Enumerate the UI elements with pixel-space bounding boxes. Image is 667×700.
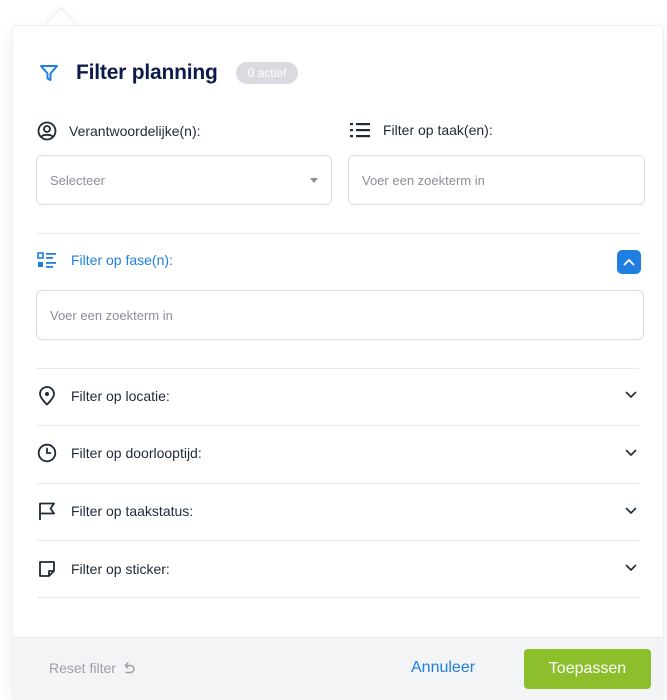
user-circle-icon <box>37 121 57 141</box>
responsible-label-row: Verantwoordelijke(n): <box>37 121 201 141</box>
divider <box>37 483 639 484</box>
collapse-phase-button[interactable] <box>617 250 641 274</box>
flag-icon <box>39 502 55 520</box>
location-section-header[interactable]: Filter op locatie: <box>37 386 170 406</box>
divider <box>37 540 639 541</box>
filter-icon <box>40 65 58 81</box>
panel-title: Filter planning <box>76 61 218 84</box>
undo-icon <box>124 662 135 674</box>
responsible-select-value: Selecteer <box>50 172 105 188</box>
clock-icon <box>37 443 57 463</box>
reset-filter-label: Reset filter <box>49 660 116 676</box>
phase-label: Filter op fase(n): <box>71 252 173 268</box>
panel-header: Filter planning 0 actief <box>38 59 299 87</box>
task-status-section-header[interactable]: Filter op taakstatus: <box>37 501 193 521</box>
divider <box>37 368 639 369</box>
location-label: Filter op locatie: <box>71 388 170 404</box>
task-label-row: Filter op taak(en): <box>349 121 493 139</box>
divider <box>37 233 639 234</box>
responsible-label: Verantwoordelijke(n): <box>69 123 201 139</box>
chevron-down-icon[interactable] <box>625 564 637 572</box>
sticker-section-header[interactable]: Filter op sticker: <box>37 559 170 579</box>
list-icon <box>350 123 370 138</box>
chevron-down-icon[interactable] <box>625 391 637 399</box>
apply-label: Toepassen <box>548 660 627 677</box>
divider <box>37 597 639 598</box>
task-status-label: Filter op taakstatus: <box>71 503 194 519</box>
apply-button[interactable]: Toepassen <box>524 649 651 689</box>
task-search-placeholder: Voer een zoekterm in <box>362 172 485 188</box>
active-count-badge: 0 actief <box>235 62 299 84</box>
chevron-up-icon <box>623 259 635 266</box>
task-label: Filter op taak(en): <box>383 122 493 138</box>
sticker-label: Filter op sticker: <box>71 561 170 577</box>
phase-search-placeholder: Voer een zoekterm in <box>50 307 173 323</box>
chevron-down-icon[interactable] <box>625 507 637 515</box>
cancel-button[interactable]: Annuleer <box>411 659 475 677</box>
phase-section-header[interactable]: Filter op fase(n): <box>37 251 173 269</box>
divider <box>37 425 639 426</box>
filter-panel: Filter planning 0 actief Verantwoordelij… <box>13 26 663 700</box>
location-pin-icon <box>39 386 55 406</box>
phase-list-icon <box>37 252 56 268</box>
task-search-input[interactable]: Voer een zoekterm in <box>348 155 645 205</box>
reset-filter-button[interactable]: Reset filter <box>49 660 136 676</box>
sticker-icon <box>39 561 55 577</box>
phase-search-input[interactable]: Voer een zoekterm in <box>36 290 644 340</box>
chevron-down-icon[interactable] <box>625 449 637 457</box>
dropdown-arrow-icon <box>310 178 318 183</box>
panel-footer: Reset filter Annuleer Toepassen <box>13 637 663 700</box>
duration-label: Filter op doorlooptijd: <box>71 445 202 461</box>
duration-section-header[interactable]: Filter op doorlooptijd: <box>37 443 202 463</box>
responsible-select[interactable]: Selecteer <box>36 155 332 205</box>
